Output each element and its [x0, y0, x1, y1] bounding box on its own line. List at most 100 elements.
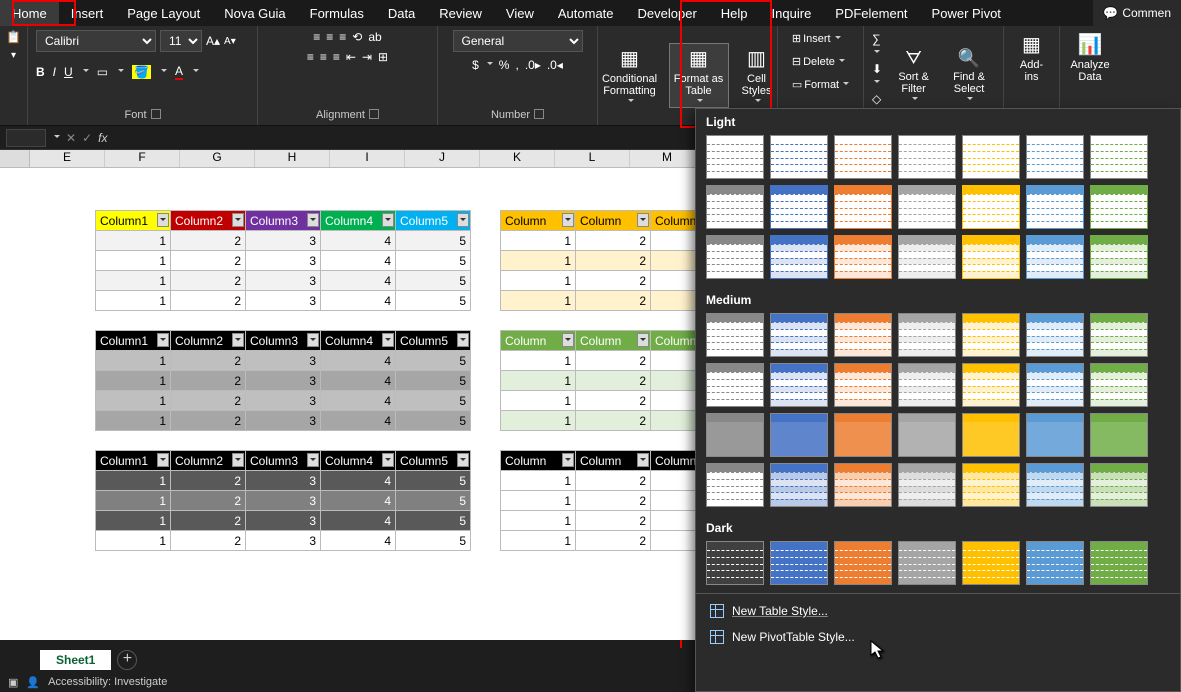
cancel-icon[interactable]: ✕: [66, 131, 76, 145]
table-cell[interactable]: 5: [396, 391, 471, 411]
align-center-icon[interactable]: ≡: [320, 50, 327, 64]
table-cell[interactable]: 2: [171, 271, 246, 291]
filter-dropdown[interactable]: [457, 453, 469, 467]
col-header[interactable]: E: [30, 150, 105, 167]
table-cell[interactable]: 4: [321, 511, 396, 531]
table-header[interactable]: Column1: [96, 451, 171, 471]
table-header[interactable]: Column5: [396, 331, 471, 351]
table-style-swatch[interactable]: [898, 313, 956, 357]
table-cell[interactable]: 1: [501, 491, 576, 511]
table-style-swatch[interactable]: [834, 235, 892, 279]
table-cell[interactable]: 2: [171, 351, 246, 371]
align-middle-icon[interactable]: ≡: [326, 30, 333, 44]
table-header[interactable]: Column: [501, 211, 576, 231]
filter-dropdown[interactable]: [637, 333, 649, 347]
new-table-style-item[interactable]: New Table Style...: [696, 598, 1180, 624]
indent-decrease-icon[interactable]: ⇤: [346, 50, 356, 64]
table-header[interactable]: Column4: [321, 451, 396, 471]
col-header[interactable]: I: [330, 150, 405, 167]
table-header[interactable]: Column3: [246, 451, 321, 471]
filter-dropdown[interactable]: [157, 333, 169, 347]
table-style-swatch[interactable]: [1090, 413, 1148, 457]
table-cell[interactable]: 5: [396, 231, 471, 251]
table-cell[interactable]: 3: [246, 371, 321, 391]
data-table[interactable]: Column1Column2Column3Column4Column512345…: [95, 330, 471, 431]
table-cell[interactable]: 2: [171, 291, 246, 311]
insert-cells-button[interactable]: ⊞Insert: [788, 30, 845, 47]
fill-icon[interactable]: ⬇: [872, 62, 884, 90]
table-cell[interactable]: 2: [171, 511, 246, 531]
table-header[interactable]: Column3: [246, 331, 321, 351]
col-header[interactable]: J: [405, 150, 480, 167]
align-left-icon[interactable]: ≡: [307, 50, 314, 64]
table-header[interactable]: Column1: [96, 331, 171, 351]
table-cell[interactable]: 1: [96, 511, 171, 531]
table-header[interactable]: Column: [576, 451, 651, 471]
table-style-swatch[interactable]: [1026, 541, 1084, 585]
italic-button[interactable]: I: [53, 65, 56, 79]
table-style-swatch[interactable]: [1090, 363, 1148, 407]
find-select-button[interactable]: 🔍 Find & Select: [943, 46, 995, 105]
table-cell[interactable]: 4: [321, 391, 396, 411]
table-cell[interactable]: 4: [321, 291, 396, 311]
table-style-swatch[interactable]: [770, 463, 828, 507]
font-size-combo[interactable]: 11: [160, 30, 202, 52]
table-style-swatch[interactable]: [706, 463, 764, 507]
table-cell[interactable]: 2: [171, 391, 246, 411]
filter-dropdown[interactable]: [382, 213, 394, 227]
table-cell[interactable]: 3: [246, 491, 321, 511]
col-header[interactable]: M: [630, 150, 705, 167]
table-style-swatch[interactable]: [770, 185, 828, 229]
table-style-swatch[interactable]: [1026, 413, 1084, 457]
tab-nova-guia[interactable]: Nova Guia: [212, 0, 297, 26]
table-style-swatch[interactable]: [1090, 235, 1148, 279]
table-style-swatch[interactable]: [834, 313, 892, 357]
table-cell[interactable]: 1: [96, 231, 171, 251]
table-header[interactable]: Column: [576, 331, 651, 351]
tab-automate[interactable]: Automate: [546, 0, 626, 26]
table-style-swatch[interactable]: [706, 413, 764, 457]
col-header[interactable]: F: [105, 150, 180, 167]
table-cell[interactable]: 2: [576, 471, 651, 491]
table-cell[interactable]: 1: [96, 471, 171, 491]
paste-icon[interactable]: 📋: [6, 30, 21, 44]
table-cell[interactable]: 1: [501, 251, 576, 271]
tab-insert[interactable]: Insert: [59, 0, 116, 26]
table-cell[interactable]: 2: [576, 271, 651, 291]
enter-icon[interactable]: ✓: [82, 131, 92, 145]
table-style-swatch[interactable]: [706, 135, 764, 179]
table-cell[interactable]: 2: [171, 471, 246, 491]
filter-dropdown[interactable]: [232, 453, 244, 467]
table-cell[interactable]: 3: [246, 351, 321, 371]
table-header[interactable]: Column: [501, 331, 576, 351]
tab-inquire[interactable]: Inquire: [760, 0, 824, 26]
table-style-swatch[interactable]: [1090, 463, 1148, 507]
filter-dropdown[interactable]: [232, 333, 244, 347]
table-cell[interactable]: 1: [501, 411, 576, 431]
table-style-swatch[interactable]: [1090, 541, 1148, 585]
table-style-swatch[interactable]: [834, 135, 892, 179]
dropdown-icon[interactable]: [54, 135, 60, 141]
table-style-swatch[interactable]: [1090, 185, 1148, 229]
table-cell[interactable]: 5: [396, 471, 471, 491]
col-header[interactable]: K: [480, 150, 555, 167]
table-header[interactable]: Column3: [246, 211, 321, 231]
table-style-swatch[interactable]: [1026, 313, 1084, 357]
table-cell[interactable]: 4: [321, 411, 396, 431]
decrease-font-icon[interactable]: A▾: [224, 36, 236, 47]
col-header[interactable]: G: [180, 150, 255, 167]
filter-dropdown[interactable]: [157, 213, 169, 227]
table-style-swatch[interactable]: [706, 185, 764, 229]
table-cell[interactable]: 1: [501, 291, 576, 311]
align-bottom-icon[interactable]: ≡: [339, 30, 346, 44]
table-style-swatch[interactable]: [898, 363, 956, 407]
table-style-swatch[interactable]: [1090, 135, 1148, 179]
table-header[interactable]: Column4: [321, 331, 396, 351]
table-style-swatch[interactable]: [898, 413, 956, 457]
table-cell[interactable]: 2: [171, 531, 246, 551]
table-header[interactable]: Column1: [96, 211, 171, 231]
filter-dropdown[interactable]: [307, 333, 319, 347]
merge-icon[interactable]: ⊞: [378, 50, 388, 64]
data-table[interactable]: ColumnColumnColumn123123123123: [500, 450, 726, 551]
addins-button[interactable]: ▦ Add-ins: [1012, 30, 1051, 85]
